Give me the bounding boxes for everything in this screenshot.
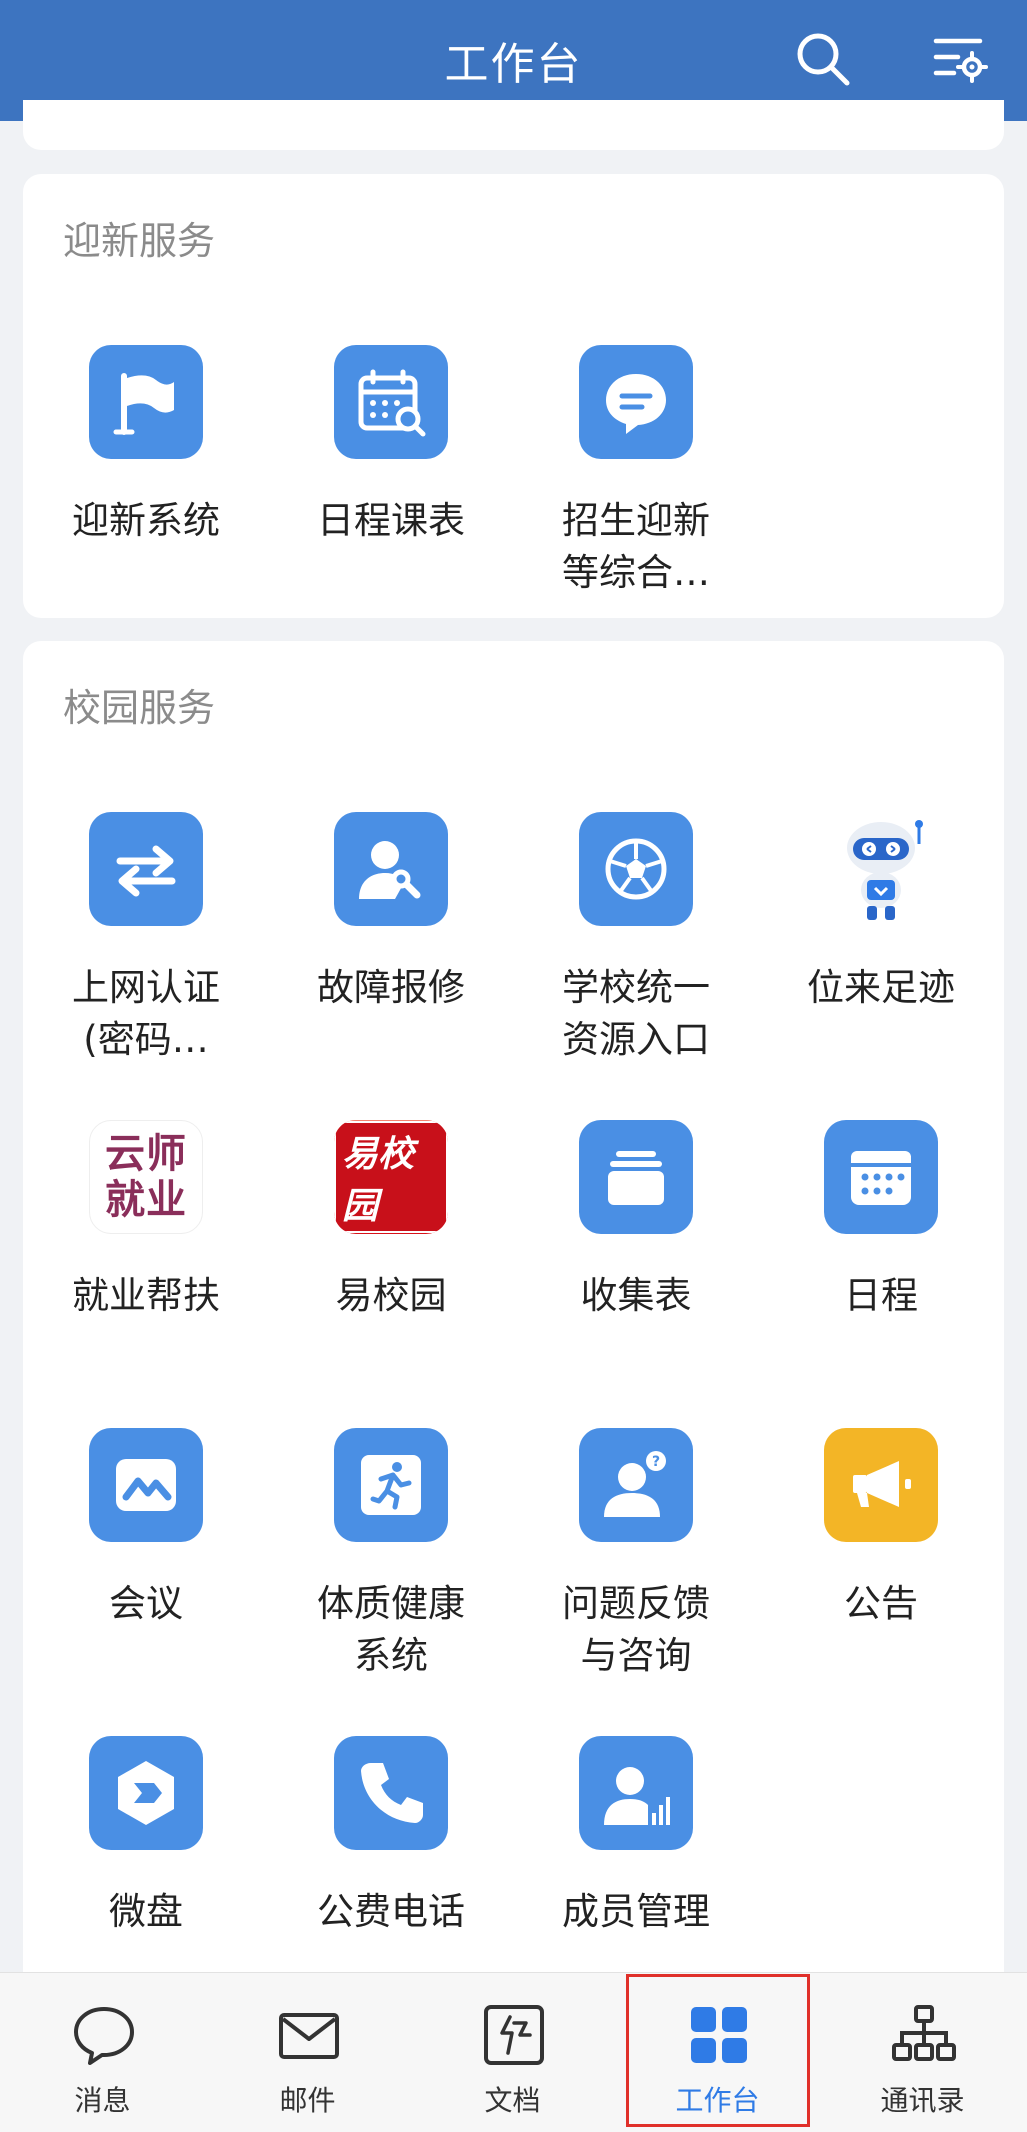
app-label: 位来足迹 (807, 966, 955, 1009)
bottom-tab-bar: 消息 邮件 文档 工作台 通讯录 (0, 1972, 1027, 2132)
app-label: 故障报修 (317, 966, 465, 1009)
contacts-org-icon (892, 2003, 956, 2067)
app-label-line1: 问题反馈 (562, 1582, 710, 1625)
section-title: 校园服务 (63, 686, 216, 730)
app-label-line2: 与咨询 (580, 1634, 692, 1677)
swap-arrows-icon (89, 812, 203, 926)
football-icon (579, 812, 693, 926)
tab-label: 通讯录 (880, 2084, 965, 2117)
logo-text: 易校园 (334, 1121, 448, 1233)
app-label-line1: 上网认证 (72, 966, 220, 1009)
app-label-line1: 体质健康 (317, 1582, 465, 1625)
calendar-icon (824, 1120, 938, 1234)
app-label-line1: 招生迎新 (562, 499, 710, 542)
app-label-line2: 系统 (354, 1634, 428, 1677)
app-label-line1: 学校统一 (562, 966, 710, 1009)
meeting-icon (89, 1428, 203, 1542)
search-button[interactable] (788, 24, 858, 94)
robot-mascot-icon (824, 812, 938, 926)
tab-label: 文档 (484, 2084, 541, 2117)
app-label: 微盘 (109, 1890, 183, 1933)
running-person-icon (334, 1428, 448, 1542)
app-label: 迎新系统 (72, 499, 220, 542)
app-label-line2: 等综合… (562, 551, 710, 594)
flag-icon (89, 345, 203, 459)
tab-contacts[interactable]: 通讯录 (820, 1973, 1025, 2132)
tab-documents[interactable]: 文档 (410, 1973, 615, 2132)
app-label: 成员管理 (562, 1890, 710, 1933)
mail-icon (277, 2003, 341, 2067)
user-question-icon: ? (579, 1428, 693, 1542)
tab-mail[interactable]: 邮件 (205, 1973, 410, 2132)
page-title: 工作台 (444, 39, 583, 90)
logo-text-bottom: 就业 (105, 1177, 187, 1223)
user-chart-icon (579, 1736, 693, 1850)
highlight-box (626, 1974, 810, 2127)
list-settings-icon (933, 38, 988, 83)
user-wrench-icon (334, 812, 448, 926)
settings-button[interactable] (925, 24, 995, 94)
tab-messages[interactable]: 消息 (0, 1973, 205, 2132)
app-label: 日程课表 (317, 499, 465, 542)
phone-icon (334, 1736, 448, 1850)
message-icon (72, 2003, 136, 2067)
app-label: 易校园 (335, 1274, 447, 1317)
previous-card-edge (23, 100, 1004, 150)
document-icon (482, 2003, 546, 2067)
cloud-disk-icon (89, 1736, 203, 1850)
megaphone-icon (824, 1428, 938, 1542)
app-label: 会议 (109, 1582, 183, 1625)
section-title: 迎新服务 (63, 219, 216, 263)
tab-label: 邮件 (279, 2084, 336, 2117)
app-label: 就业帮扶 (72, 1274, 220, 1317)
tab-label: 消息 (74, 2084, 131, 2117)
logo-text-top: 云师 (105, 1131, 187, 1177)
svg-text:?: ? (652, 1454, 660, 1470)
app-label: 日程 (844, 1274, 918, 1317)
yunshi-jiuye-logo: 云师 就业 (89, 1120, 203, 1234)
campus-services-card: 校园服务 上网认证 (密码… 故障报修 学校统一 资源入口 位来足迹 云师 就业… (23, 641, 1004, 1972)
collection-form-icon (579, 1120, 693, 1234)
yixiaoyuan-logo: 易校园 (334, 1120, 448, 1234)
app-label: 收集表 (580, 1274, 692, 1317)
app-label-line2: 资源入口 (562, 1018, 710, 1061)
app-label: 公告 (844, 1582, 918, 1625)
app-label: 公费电话 (317, 1890, 465, 1933)
chat-bubble-icon (579, 345, 693, 459)
app-label-line2: (密码… (83, 1018, 209, 1061)
welcome-services-card: 迎新服务 迎新系统 日程课表 招生迎新 等综合… (23, 174, 1004, 618)
calendar-search-icon (334, 345, 448, 459)
search-icon (797, 33, 850, 86)
